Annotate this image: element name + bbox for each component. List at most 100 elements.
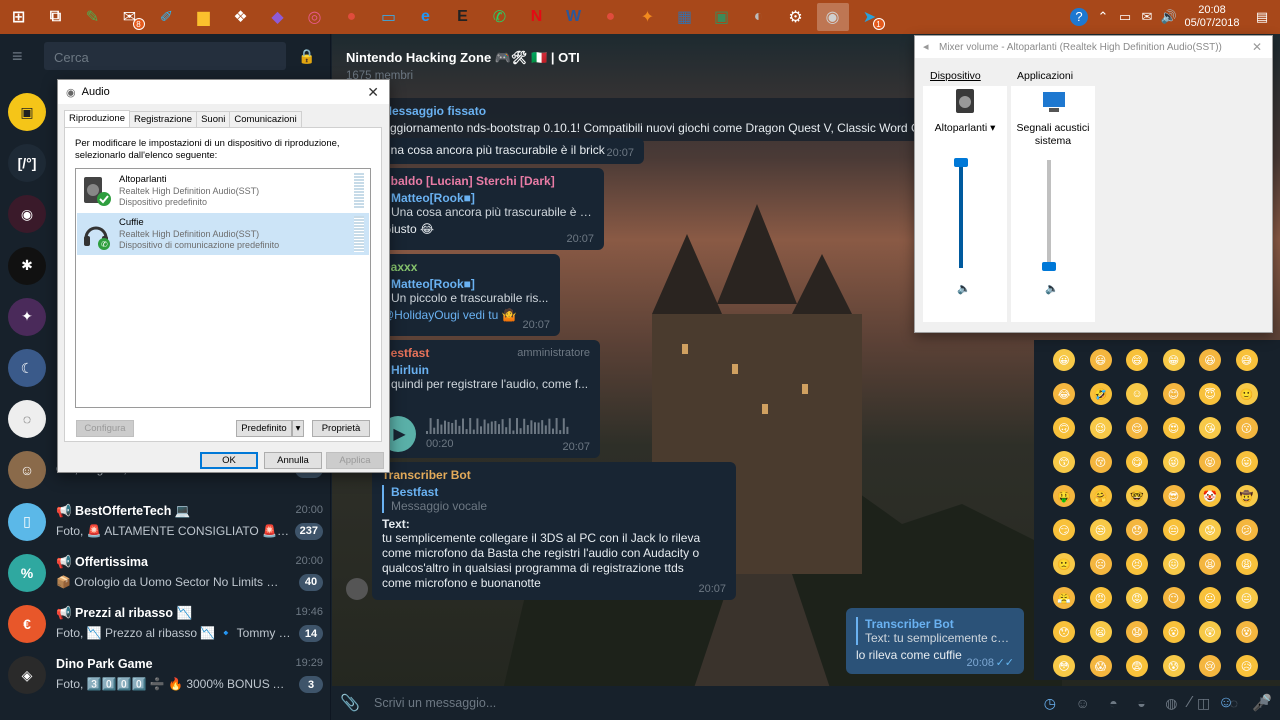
dialog-titlebar[interactable]: ◉ Audio xyxy=(58,80,389,104)
close-icon[interactable]: ✕ xyxy=(367,84,379,101)
message-bubble[interactable]: Una cosa ancora più trascurabile è il br… xyxy=(372,138,644,164)
mail-icon[interactable]: ✉ 8 xyxy=(114,3,146,31)
emoji-item[interactable]: 😚 xyxy=(1089,451,1112,473)
settings-icon[interactable]: ⚙ xyxy=(780,3,812,31)
emoji-item[interactable]: 🙃 xyxy=(1053,417,1075,439)
animals-category-icon[interactable]: ◓ xyxy=(1109,695,1117,711)
cancel-button[interactable]: Annulla xyxy=(264,452,322,469)
emoji-item[interactable]: 😍 xyxy=(1162,417,1185,439)
task-view-icon[interactable]: ⧉ xyxy=(40,3,72,31)
emoji-item[interactable]: 🙂 xyxy=(1235,383,1258,405)
emoji-item[interactable]: 😫 xyxy=(1199,553,1221,575)
message-author[interactable]: Daxxx xyxy=(382,260,550,274)
emoji-item[interactable]: 🤗 xyxy=(1089,485,1112,507)
emoji-item[interactable]: 😕 xyxy=(1235,519,1258,541)
app-volume-track[interactable] xyxy=(1047,160,1051,268)
emoji-item[interactable]: 🤣 xyxy=(1089,383,1112,405)
netflix-icon[interactable]: N xyxy=(521,3,553,31)
emoji-item[interactable]: 😨 xyxy=(1126,655,1148,677)
emoji-item[interactable]: 😰 xyxy=(1162,655,1185,677)
emoji-item[interactable]: 😲 xyxy=(1199,621,1221,643)
lock-icon[interactable]: 🔒 xyxy=(298,48,315,65)
message-bubble[interactable]: Transcriber Bot Bestfast Messaggio vocal… xyxy=(372,462,736,600)
emoji-item[interactable]: 😯 xyxy=(1053,621,1075,643)
chat-header[interactable]: Nintendo Hacking Zone 🎮🛠 🇮🇹 | OTI 1675 m… xyxy=(332,50,932,90)
close-icon[interactable]: ✕ xyxy=(1252,40,1262,54)
tab-playback[interactable]: Riproduzione xyxy=(64,110,130,128)
emoji-item[interactable]: 😛 xyxy=(1235,451,1258,473)
file-explorer-icon[interactable]: ▆ xyxy=(188,3,220,31)
recent-emoji-icon[interactable]: ◷ xyxy=(1044,695,1056,712)
chrome-icon[interactable]: ● xyxy=(336,3,368,31)
emoji-item[interactable]: 😣 xyxy=(1126,553,1148,575)
message-bubble[interactable]: Daxxx Matteo[Rook■] Un piccolo e trascur… xyxy=(372,254,560,336)
emoji-item[interactable]: 🤓 xyxy=(1126,485,1148,507)
device-name-dropdown[interactable]: Altoparlanti ▾ xyxy=(923,122,1007,134)
whatsapp-icon[interactable]: ✆ xyxy=(484,3,516,31)
emoji-item[interactable]: 😊 xyxy=(1162,383,1185,405)
reply-quote[interactable]: Bestfast Messaggio vocale xyxy=(382,485,726,513)
emoji-item[interactable]: ☺ xyxy=(1126,383,1148,405)
default-dropdown-arrow[interactable]: ▾ xyxy=(292,420,304,437)
emoji-item[interactable]: 😝 xyxy=(1199,451,1221,473)
emoji-item[interactable]: 😩 xyxy=(1235,553,1258,575)
message-author[interactable]: Transcriber Bot xyxy=(382,468,726,482)
emoji-item[interactable]: 😜 xyxy=(1162,451,1185,473)
emoji-item[interactable]: 😒 xyxy=(1089,519,1112,541)
emoji-item[interactable]: 😗 xyxy=(1235,417,1258,439)
set-default-button[interactable]: Predefinito xyxy=(236,420,292,437)
internet-explorer-icon[interactable]: e xyxy=(410,3,442,31)
chat-list-item[interactable]: ◈ Dino Park Game 19:29 Foto, 3️⃣0️⃣0️⃣0️⃣ ➗… xyxy=(0,649,331,700)
apply-button[interactable]: Applica xyxy=(326,452,384,469)
emoji-item[interactable]: 😢 xyxy=(1199,655,1221,677)
emoji-item[interactable]: 🤡 xyxy=(1199,485,1221,507)
emoji-item[interactable]: 😅 xyxy=(1235,349,1258,371)
sports-category-icon[interactable]: ◍ xyxy=(1165,695,1177,712)
volume-icon[interactable]: 🔊 xyxy=(1158,9,1180,25)
emoji-item[interactable]: 😵 xyxy=(1235,621,1258,643)
emoji-item[interactable]: 😄 xyxy=(1126,349,1148,371)
clock[interactable]: 20:08 05/07/2018 xyxy=(1180,4,1244,30)
chevron-up-icon[interactable]: ⌃ xyxy=(1092,9,1114,25)
emoji-item[interactable]: 😏 xyxy=(1053,519,1075,541)
emoji-item[interactable]: 😉 xyxy=(1089,417,1112,439)
emoji-item[interactable]: 😧 xyxy=(1126,621,1148,643)
device-volume-slider[interactable] xyxy=(954,158,968,168)
message-bubble[interactable]: Ubaldo [Lucian] Sterchi [Dark] Matteo[Ro… xyxy=(372,168,604,250)
app-mute-icon[interactable]: 🔈 xyxy=(1045,282,1059,295)
reply-quote[interactable]: Hirluin quindi per registrare l'audio, c… xyxy=(382,363,590,391)
emoji-item[interactable]: 😆 xyxy=(1199,349,1221,371)
app-volume-slider[interactable] xyxy=(1042,261,1056,271)
emoji-item[interactable]: 😇 xyxy=(1199,383,1221,405)
epic-games-icon[interactable]: E xyxy=(447,3,479,31)
emoji-item[interactable]: 😠 xyxy=(1089,587,1112,609)
emoji-item[interactable]: 😮 xyxy=(1162,621,1185,643)
device-headphones[interactable]: ✆ Cuffie Realtek High Definition Audio(S… xyxy=(77,213,369,255)
clipboard-app-icon[interactable]: ✎ xyxy=(77,3,109,31)
message-icon[interactable]: ✉ xyxy=(1136,9,1158,25)
tab-communications[interactable]: Comunicazioni xyxy=(229,111,302,127)
device-speakers[interactable]: Altoparlanti Realtek High Definition Aud… xyxy=(77,170,369,212)
travel-category-icon[interactable]: ◫ xyxy=(1197,695,1210,712)
media-app-icon[interactable]: ◐ xyxy=(743,3,775,31)
reply-quote[interactable]: Transcriber Bot Text: tu semplicemente c… xyxy=(856,617,1014,645)
reply-quote[interactable]: Matteo[Rook■] Un piccolo e trascurabile … xyxy=(382,277,550,305)
emoji-item[interactable]: 😎 xyxy=(1162,485,1185,507)
tab-recording[interactable]: Registrazione xyxy=(128,111,198,127)
remote-desktop-icon[interactable]: ▭ xyxy=(373,3,405,31)
message-author[interactable]: Ubaldo [Lucian] Sterchi [Dark] xyxy=(382,174,594,188)
reply-quote[interactable]: Matteo[Rook■] Una cosa ancora più trascu… xyxy=(382,191,594,219)
word-icon[interactable]: W xyxy=(558,3,590,31)
emoji-item[interactable]: 🤑 xyxy=(1053,485,1075,507)
network-icon[interactable]: ▭ xyxy=(1114,9,1136,25)
emoji-item[interactable]: 😋 xyxy=(1126,451,1148,473)
chat-list-item[interactable]: ▯ 📢 BestOfferteTech 💻 20:00 Foto, 🚨 ALTAMEN… xyxy=(0,496,331,547)
emoji-item[interactable]: 😀 xyxy=(1053,349,1075,371)
emoji-item[interactable]: 😱 xyxy=(1089,655,1112,677)
emoji-item[interactable]: 😐 xyxy=(1199,587,1221,609)
sender-avatar[interactable] xyxy=(346,578,368,600)
emoji-item[interactable]: 😂 xyxy=(1053,383,1075,405)
emoji-item[interactable]: ☹ xyxy=(1089,553,1112,575)
search-input[interactable]: Cerca xyxy=(44,42,286,70)
control-panel-icon[interactable]: ▦ xyxy=(669,3,701,31)
